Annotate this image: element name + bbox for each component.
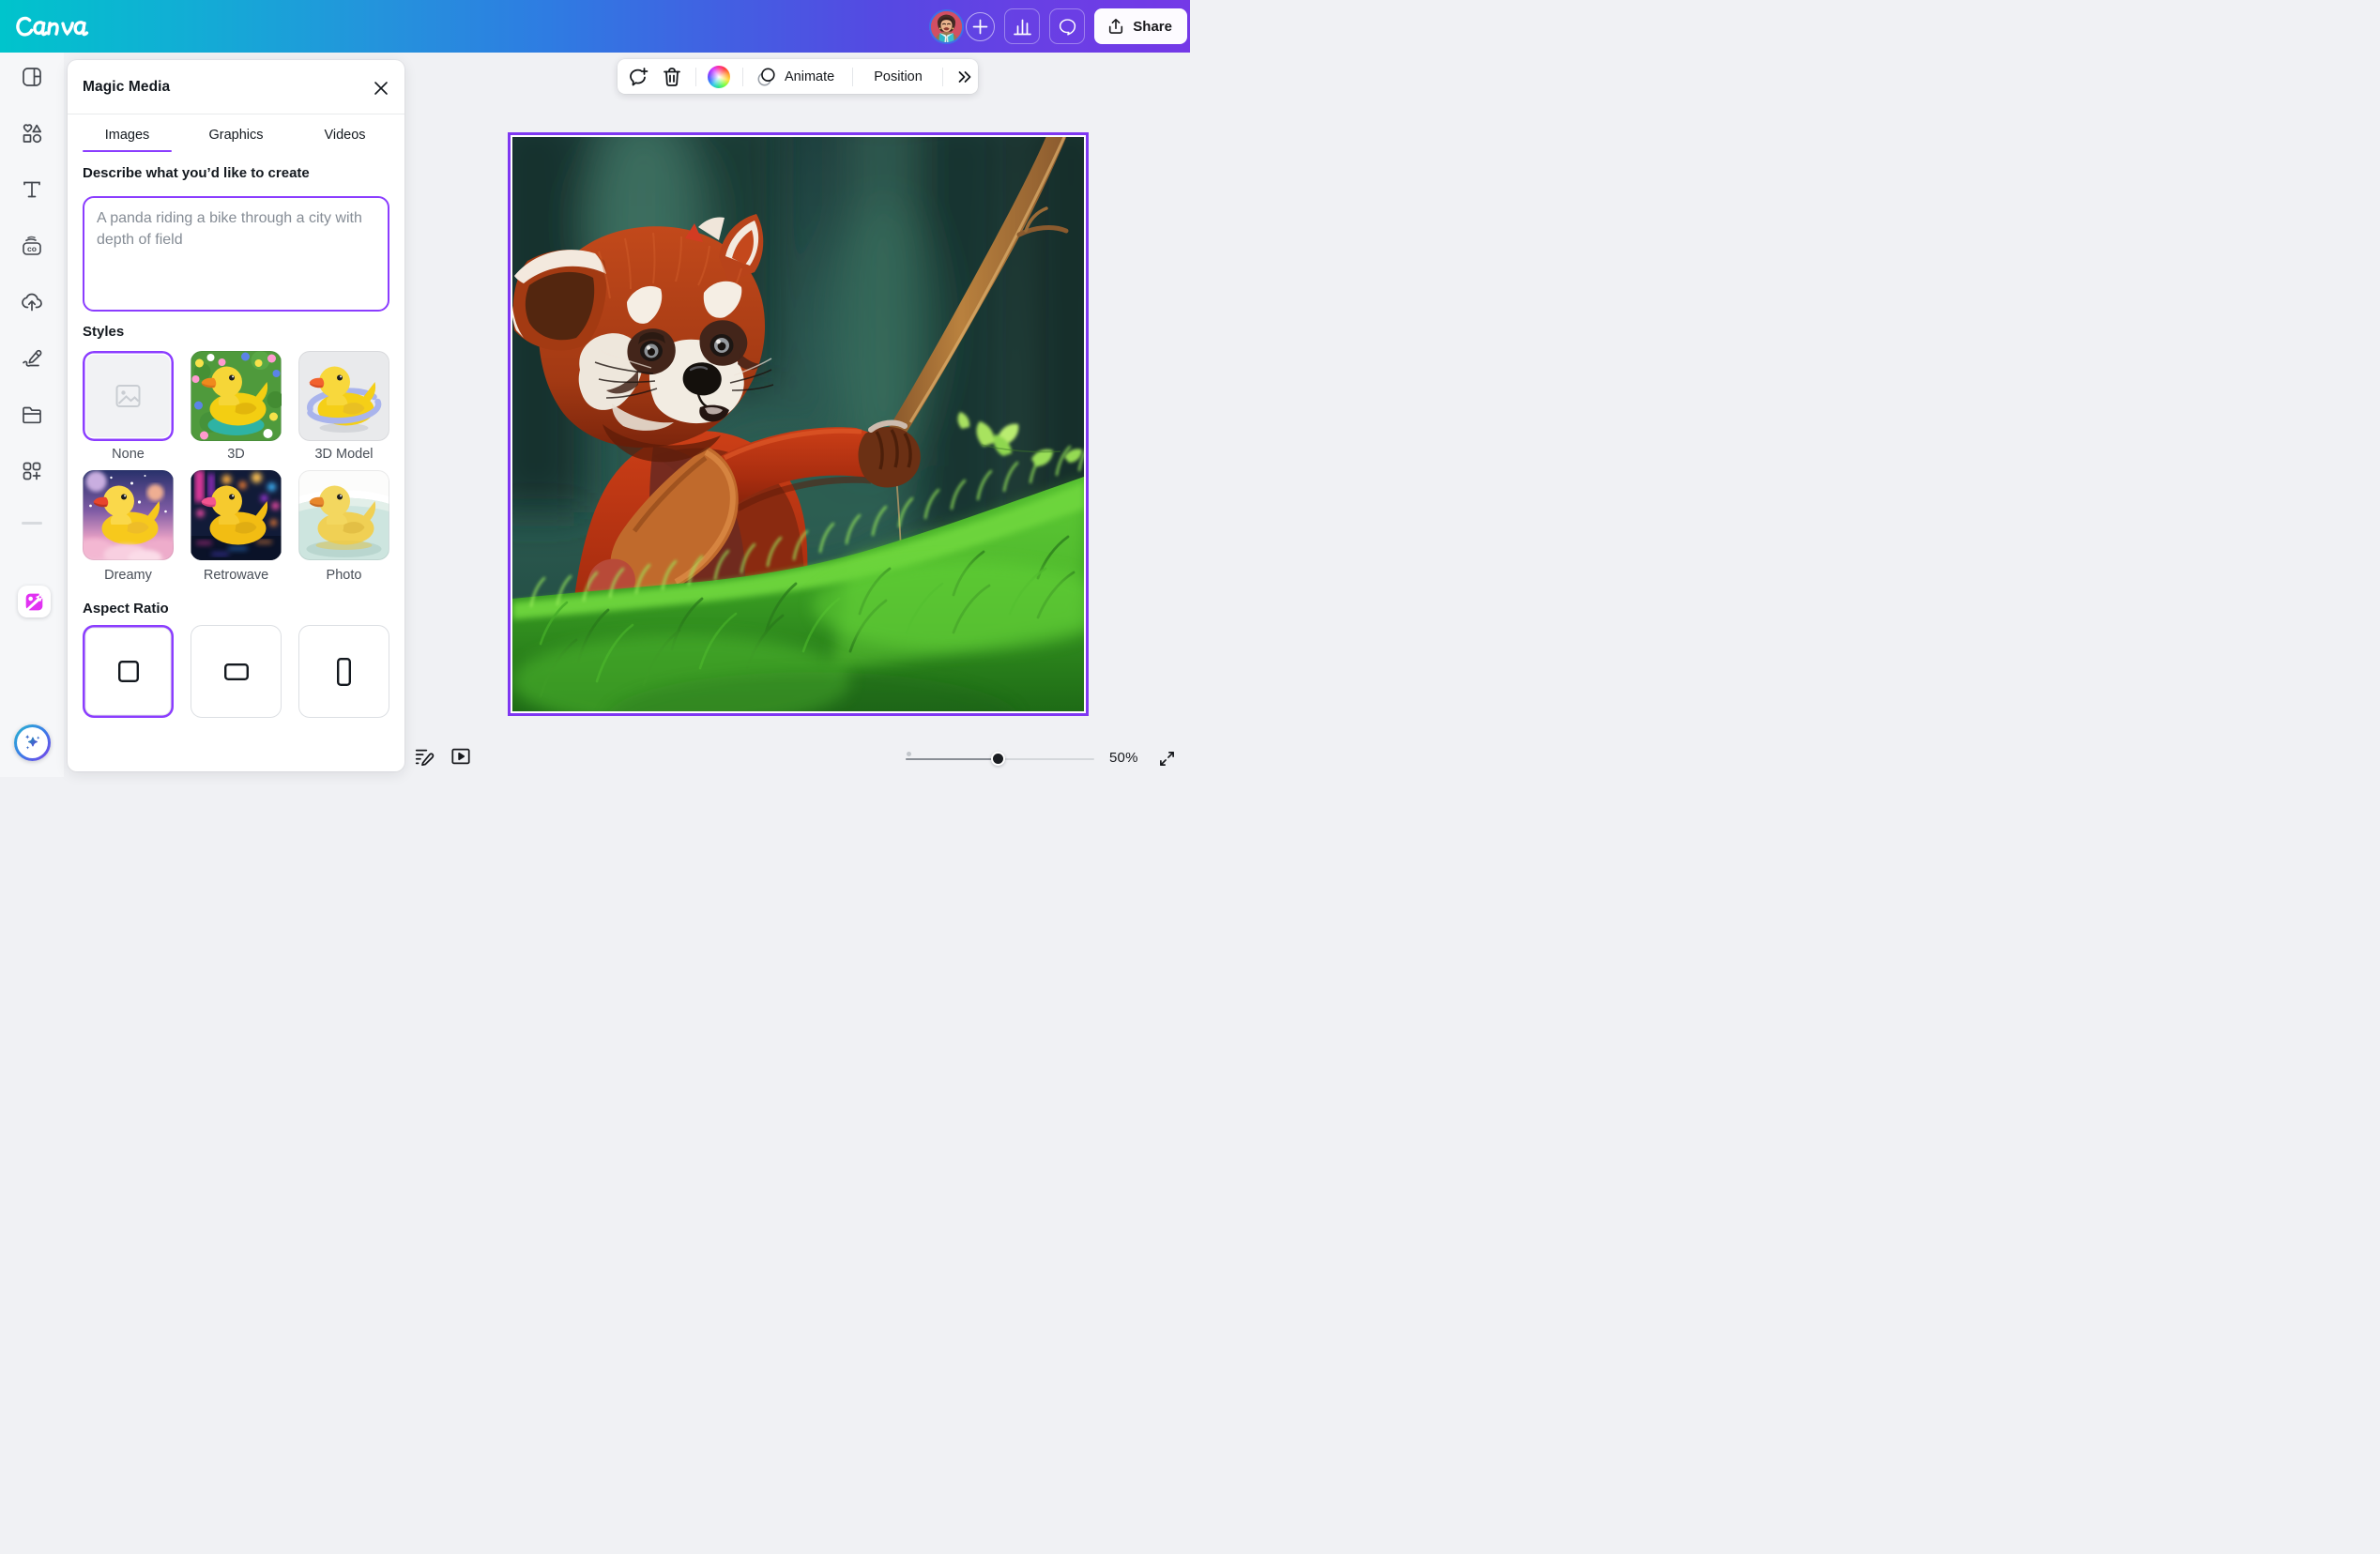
add-comment-icon: [627, 66, 649, 88]
double-chevron-icon: [957, 69, 972, 84]
aspect-portrait[interactable]: [298, 625, 389, 718]
comment-button[interactable]: [627, 66, 649, 88]
animate-button[interactable]: Animate: [785, 69, 834, 84]
styles-row-2-labels: Dreamy Retrowave Photo: [83, 568, 389, 583]
style-none[interactable]: [83, 351, 174, 441]
prompt-input[interactable]: [83, 196, 389, 312]
styles-row-1: [83, 351, 389, 441]
add-member-button[interactable]: [966, 12, 995, 41]
insights-button[interactable]: [1004, 8, 1040, 44]
delete-button[interactable]: [661, 66, 683, 88]
tab-label: Images: [105, 128, 150, 143]
sidebar-item-magic-media[interactable]: [18, 586, 51, 617]
style-label: 3D: [191, 447, 282, 462]
style-label: Dreamy: [83, 568, 174, 583]
aspect-ratio-label: Aspect Ratio: [83, 601, 169, 617]
style-label: Retrowave: [191, 568, 282, 583]
tab-label: Graphics: [208, 128, 263, 143]
color-wheel-icon: [708, 66, 730, 88]
comments-button[interactable]: [1049, 8, 1085, 44]
canva-editor: Share co: [0, 0, 1190, 777]
toolbar-divider: [942, 68, 943, 86]
zoom-slider-knob[interactable]: [991, 752, 1005, 766]
trash-icon: [661, 66, 683, 88]
toolbar-divider: [742, 68, 743, 86]
color-button[interactable]: [708, 66, 730, 88]
object-panel-rail: co: [0, 53, 64, 777]
styles-row-1-labels: None 3D 3D Model: [83, 447, 389, 462]
sidebar-item-design[interactable]: [21, 66, 43, 88]
styles-label: Styles: [83, 324, 124, 340]
sidebar-item-projects[interactable]: [21, 404, 43, 426]
tab-graphics[interactable]: Graphics: [191, 114, 281, 152]
sidebar-item-elements[interactable]: [21, 122, 43, 145]
fullscreen-button[interactable]: [1159, 751, 1175, 767]
landscape-icon: [224, 663, 249, 680]
assistant-button[interactable]: [14, 724, 51, 761]
bar-chart-icon: [1013, 17, 1032, 37]
rail-divider: [22, 522, 42, 525]
selected-image[interactable]: [508, 132, 1089, 716]
style-label: None: [83, 447, 174, 462]
sidebar-item-uploads[interactable]: [21, 291, 43, 313]
context-toolbar: Animate Position: [618, 59, 978, 94]
panel-title: Magic Media: [83, 79, 170, 96]
animate-icon[interactable]: [756, 67, 777, 87]
position-button[interactable]: Position: [874, 69, 923, 84]
style-retrowave[interactable]: [191, 470, 282, 560]
toolbar-divider: [695, 68, 696, 86]
style-label: 3D Model: [298, 447, 389, 462]
zoom-marker: [907, 752, 911, 756]
sidebar-item-brand[interactable]: co: [21, 235, 43, 257]
more-button[interactable]: [957, 69, 972, 84]
presentation-button[interactable]: [450, 746, 471, 767]
zoom-controls: 50%: [903, 746, 1184, 770]
close-button[interactable]: [371, 78, 391, 99]
sidebar-item-draw[interactable]: [21, 347, 43, 370]
style-3d-model[interactable]: [298, 351, 389, 441]
tab-videos[interactable]: Videos: [300, 114, 389, 152]
style-photo[interactable]: [298, 470, 389, 560]
aspect-landscape[interactable]: [191, 625, 282, 718]
avatar[interactable]: [929, 9, 964, 44]
share-label: Share: [1133, 19, 1172, 35]
top-bar: Share: [0, 0, 1190, 53]
portrait-icon: [337, 658, 351, 686]
sparkles-icon: [22, 732, 43, 754]
panel-header: Magic Media: [68, 60, 404, 114]
notes-button[interactable]: [414, 746, 435, 767]
speech-bubble-icon: [1058, 17, 1077, 37]
red-panda-artwork: [512, 137, 1084, 711]
sidebar-item-text[interactable]: [21, 178, 43, 201]
zoom-level[interactable]: 50%: [1109, 750, 1138, 766]
style-3d[interactable]: [191, 351, 282, 441]
describe-label: Describe what you’d like to create: [83, 165, 310, 181]
style-dreamy[interactable]: [83, 470, 174, 560]
canva-logo[interactable]: [15, 11, 95, 41]
magic-media-icon: [23, 591, 45, 613]
statusbar-left: [414, 746, 471, 767]
toolbar-divider: [852, 68, 853, 86]
svg-text:co: co: [27, 244, 37, 253]
tab-label: Videos: [324, 128, 365, 143]
tab-bar: Images Graphics Videos: [83, 114, 389, 152]
tab-images[interactable]: Images: [83, 114, 172, 152]
magic-media-panel: Magic Media Images Graphics Videos Descr…: [68, 60, 404, 771]
square-icon: [118, 661, 139, 682]
share-button[interactable]: Share: [1094, 8, 1187, 44]
sidebar-item-apps[interactable]: [21, 460, 43, 482]
close-icon: [372, 79, 390, 98]
styles-row-2: [83, 470, 389, 560]
aspect-square[interactable]: [83, 625, 174, 718]
aspect-ratio-row: [83, 625, 389, 718]
style-label: Photo: [298, 568, 389, 583]
share-upload-icon: [1107, 18, 1124, 35]
